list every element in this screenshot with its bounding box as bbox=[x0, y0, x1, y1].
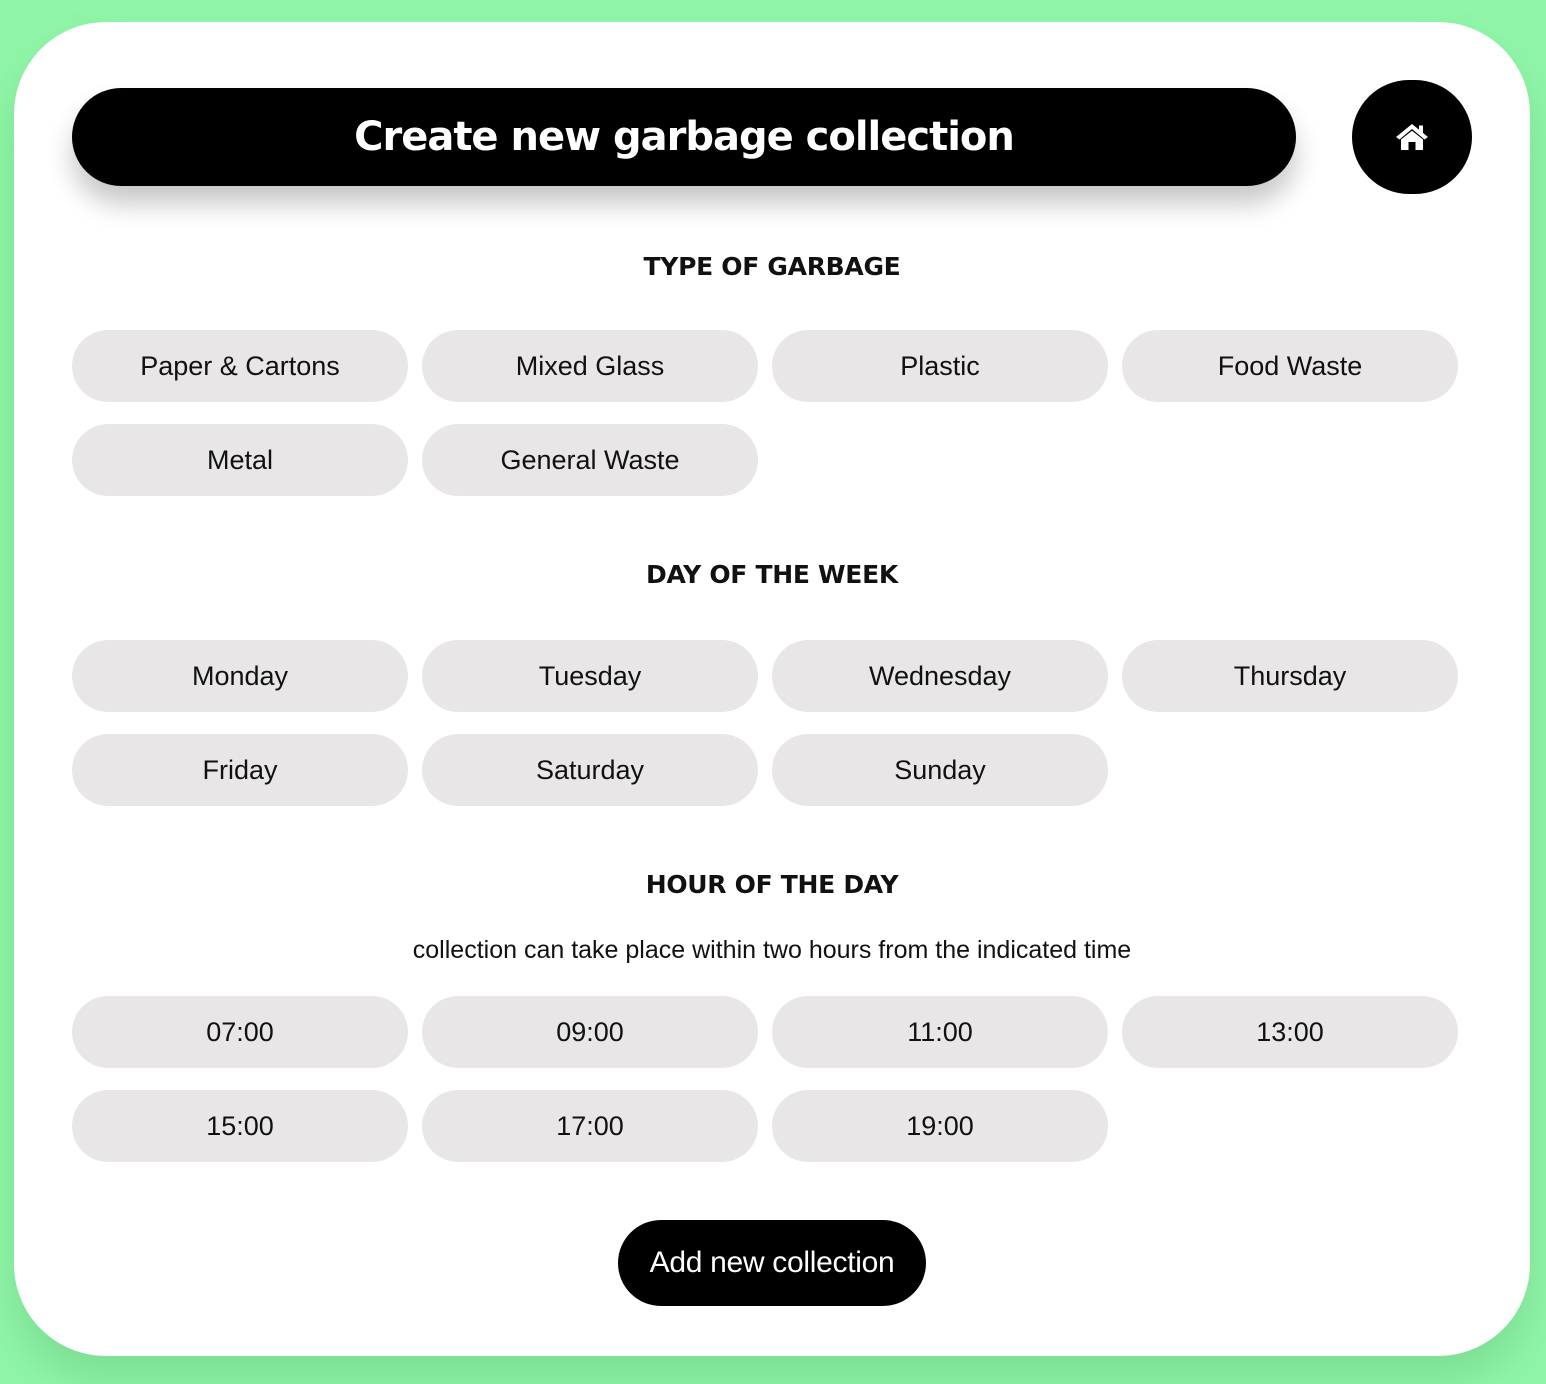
hour-of-day-note: collection can take place within two hou… bbox=[412, 936, 1132, 964]
add-collection-button[interactable]: Add new collection bbox=[618, 1220, 926, 1306]
garbage-option-mixed-glass[interactable]: Mixed Glass bbox=[422, 330, 758, 402]
hour-of-day-options: 07:00 09:00 11:00 13:00 15:00 17:00 19:0… bbox=[72, 996, 1458, 1162]
day-option-sunday[interactable]: Sunday bbox=[772, 734, 1108, 806]
day-option-tuesday[interactable]: Tuesday bbox=[422, 640, 758, 712]
day-option-monday[interactable]: Monday bbox=[72, 640, 408, 712]
hour-option-1700[interactable]: 17:00 bbox=[422, 1090, 758, 1162]
garbage-option-metal[interactable]: Metal bbox=[72, 424, 408, 496]
hour-option-0700[interactable]: 07:00 bbox=[72, 996, 408, 1068]
hour-option-1900[interactable]: 19:00 bbox=[772, 1090, 1108, 1162]
day-of-week-heading: DAY OF THE WEEK bbox=[646, 560, 898, 589]
page-title: Create new garbage collection bbox=[354, 114, 1015, 160]
day-option-friday[interactable]: Friday bbox=[72, 734, 408, 806]
home-button[interactable] bbox=[1352, 80, 1472, 194]
page-header: Create new garbage collection bbox=[72, 88, 1296, 186]
home-icon bbox=[1395, 122, 1429, 152]
hour-of-day-heading: HOUR OF THE DAY bbox=[645, 870, 899, 899]
garbage-type-options: Paper & Cartons Mixed Glass Plastic Food… bbox=[72, 330, 1458, 496]
day-option-thursday[interactable]: Thursday bbox=[1122, 640, 1458, 712]
garbage-type-heading: TYPE OF GARBAGE bbox=[643, 252, 901, 281]
hour-option-1100[interactable]: 11:00 bbox=[772, 996, 1108, 1068]
hour-option-0900[interactable]: 09:00 bbox=[422, 996, 758, 1068]
garbage-option-paper-cartons[interactable]: Paper & Cartons bbox=[72, 330, 408, 402]
garbage-option-general-waste[interactable]: General Waste bbox=[422, 424, 758, 496]
day-option-wednesday[interactable]: Wednesday bbox=[772, 640, 1108, 712]
day-option-saturday[interactable]: Saturday bbox=[422, 734, 758, 806]
form-card: Create new garbage collection TYPE OF GA… bbox=[14, 22, 1530, 1356]
garbage-option-plastic[interactable]: Plastic bbox=[772, 330, 1108, 402]
hour-option-1300[interactable]: 13:00 bbox=[1122, 996, 1458, 1068]
garbage-option-food-waste[interactable]: Food Waste bbox=[1122, 330, 1458, 402]
day-of-week-options: Monday Tuesday Wednesday Thursday Friday… bbox=[72, 640, 1458, 806]
hour-option-1500[interactable]: 15:00 bbox=[72, 1090, 408, 1162]
